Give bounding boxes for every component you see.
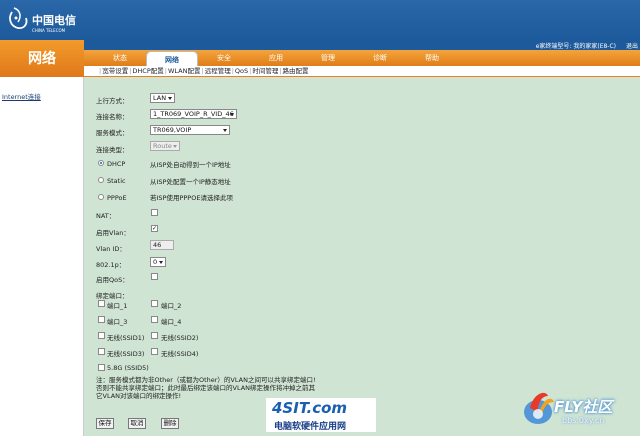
chevron-down-icon [173, 145, 177, 148]
sub-nav: |宽带设置|DHCP配置|WLAN配置|远程管理|QoS|时间管理|路由配置 [84, 66, 640, 77]
conn-type-select[interactable]: Route [150, 141, 180, 151]
static-desc: 从ISP处配置一个IP静态地址 [150, 178, 231, 186]
qos-checkbox[interactable] [151, 273, 158, 280]
ssid3-checkbox[interactable] [98, 348, 105, 355]
router-admin-page: 中国电信 CHINA TELECOM 网络 e家终端型号: 我的家家(E8-C)… [0, 0, 640, 436]
sidebar-item-internet[interactable]: Internet连接 [2, 91, 41, 101]
service-mode-label: 服务模式： [96, 129, 129, 137]
telecom-logo-icon: 中国电信 CHINA TELECOM [9, 7, 76, 33]
ssid1-checkbox[interactable] [98, 332, 105, 339]
header-banner: 中国电信 CHINA TELECOM [0, 0, 640, 40]
dot1p-select[interactable]: 0 [150, 257, 166, 267]
pppoe-desc: 若ISP使用PPPOE请选择此项 [150, 194, 233, 202]
chevron-down-icon [159, 261, 163, 264]
uplink-select[interactable]: LAN [150, 93, 175, 103]
main-nav: 状态 网络 安全 应用 管理 诊断 帮助 [84, 50, 640, 66]
port2-checkbox[interactable] [151, 300, 158, 307]
brand-sub: CHINA TELECOM [32, 28, 66, 33]
china-telecom-logo: 中国电信 CHINA TELECOM [6, 4, 86, 36]
port1-label: 端口_1 [107, 302, 128, 310]
subnav-wlan[interactable]: WLAN配置 [168, 67, 201, 75]
dhcp-radio[interactable] [98, 160, 104, 166]
ssid5-checkbox[interactable] [98, 364, 105, 371]
vlan-enable-checkbox[interactable]: ✓ [151, 225, 158, 232]
chevron-down-icon [168, 97, 172, 100]
subnav-time[interactable]: 时间管理 [252, 67, 278, 75]
chevron-down-icon [230, 113, 234, 116]
brand-name: 中国电信 [32, 13, 76, 27]
static-radio[interactable] [98, 177, 104, 183]
cancel-button[interactable]: 取消 [128, 418, 146, 429]
chevron-down-icon [223, 129, 227, 132]
subnav-dhcp[interactable]: DHCP配置 [132, 67, 163, 75]
delete-button[interactable]: 删除 [161, 418, 179, 429]
sidebar: Internet连接 [0, 77, 84, 436]
watermark-fly: FLY社区 bbs.0xy.cn [518, 380, 638, 432]
gateway-model: e家终端型号: 我的家家(E8-C) [535, 43, 616, 50]
nat-checkbox[interactable] [151, 209, 158, 216]
ssid4-label: 无线(SSID4) [161, 350, 199, 358]
vlan-id-input[interactable]: 46 [150, 240, 174, 250]
note-line-3: 它VLAN对该端口的绑定操作! [96, 392, 182, 400]
fly-logo-icon [524, 392, 554, 424]
nav-apps[interactable]: 应用 [250, 50, 302, 66]
exit-link[interactable]: 退出 [626, 41, 638, 50]
subnav-remote[interactable]: 远程管理 [205, 67, 231, 75]
ssid3-label: 无线(SSID3) [107, 350, 145, 358]
port4-checkbox[interactable] [151, 316, 158, 323]
nav-diagnose[interactable]: 诊断 [354, 50, 406, 66]
service-mode-select[interactable]: TR069,VOIP [150, 125, 230, 135]
conn-type-value: Route [153, 142, 172, 150]
service-mode-value: TR069,VOIP [153, 126, 192, 134]
nav-manage[interactable]: 管理 [302, 50, 354, 66]
vlan-enable-label: 启用Vlan： [96, 229, 130, 237]
save-button[interactable]: 保存 [96, 418, 114, 429]
dot1p-label: 802.1p： [96, 261, 126, 269]
page-title: 网络 [28, 51, 56, 67]
uplink-label: 上行方式： [96, 97, 129, 105]
vlan-id-label: Vlan ID： [96, 245, 126, 253]
conn-type-label: 连接类型： [96, 146, 129, 154]
watermark-fly-title: FLY社区 [554, 398, 613, 416]
dhcp-desc: 从ISP处自动得到一个IP地址 [150, 161, 231, 169]
ssid4-checkbox[interactable] [151, 348, 158, 355]
watermark-4sit-title: 4SIT.com [272, 399, 348, 417]
conn-name-label: 连接名称： [96, 113, 129, 121]
pppoe-radio[interactable] [98, 194, 104, 200]
nav-help[interactable]: 帮助 [406, 50, 458, 66]
nav-security[interactable]: 安全 [198, 50, 250, 66]
port3-label: 端口_3 [107, 318, 128, 326]
nat-label: NAT： [96, 212, 116, 220]
dhcp-label: DHCP [107, 160, 126, 168]
qos-label: 启用QoS： [96, 276, 129, 284]
nav-network[interactable]: 网络 [146, 51, 198, 66]
port1-checkbox[interactable] [98, 300, 105, 307]
port2-label: 端口_2 [161, 302, 182, 310]
watermark-4sit: 4SIT.com 电脑软硬件应用网 [266, 398, 376, 432]
ssid2-label: 无线(SSID2) [161, 334, 199, 342]
uplink-value: LAN [153, 94, 167, 102]
conn-name-select[interactable]: 1_TR069_VOIP_R_VID_46 [150, 109, 237, 119]
pppoe-label: PPPoE [107, 194, 127, 202]
subnav-broadband[interactable]: 宽带设置 [102, 67, 128, 75]
subnav-route[interactable]: 路由配置 [283, 67, 309, 75]
ssid1-label: 无线(SSID1) [107, 334, 145, 342]
port4-label: 端口_4 [161, 318, 182, 326]
static-label: Static [107, 177, 126, 185]
nav-status[interactable]: 状态 [94, 50, 146, 66]
ssid5-label: 5.8G (SSID5) [107, 364, 149, 372]
bind-port-label: 绑定端口： [96, 292, 129, 300]
dot1p-value: 0 [153, 258, 158, 266]
ssid2-checkbox[interactable] [151, 332, 158, 339]
subnav-qos[interactable]: QoS [235, 67, 248, 75]
watermark-4sit-subtitle: 电脑软硬件应用网 [274, 422, 347, 432]
port3-checkbox[interactable] [98, 316, 105, 323]
conn-name-value: 1_TR069_VOIP_R_VID_46 [153, 110, 234, 118]
watermark-fly-url: bbs.0xy.cn [562, 416, 605, 425]
